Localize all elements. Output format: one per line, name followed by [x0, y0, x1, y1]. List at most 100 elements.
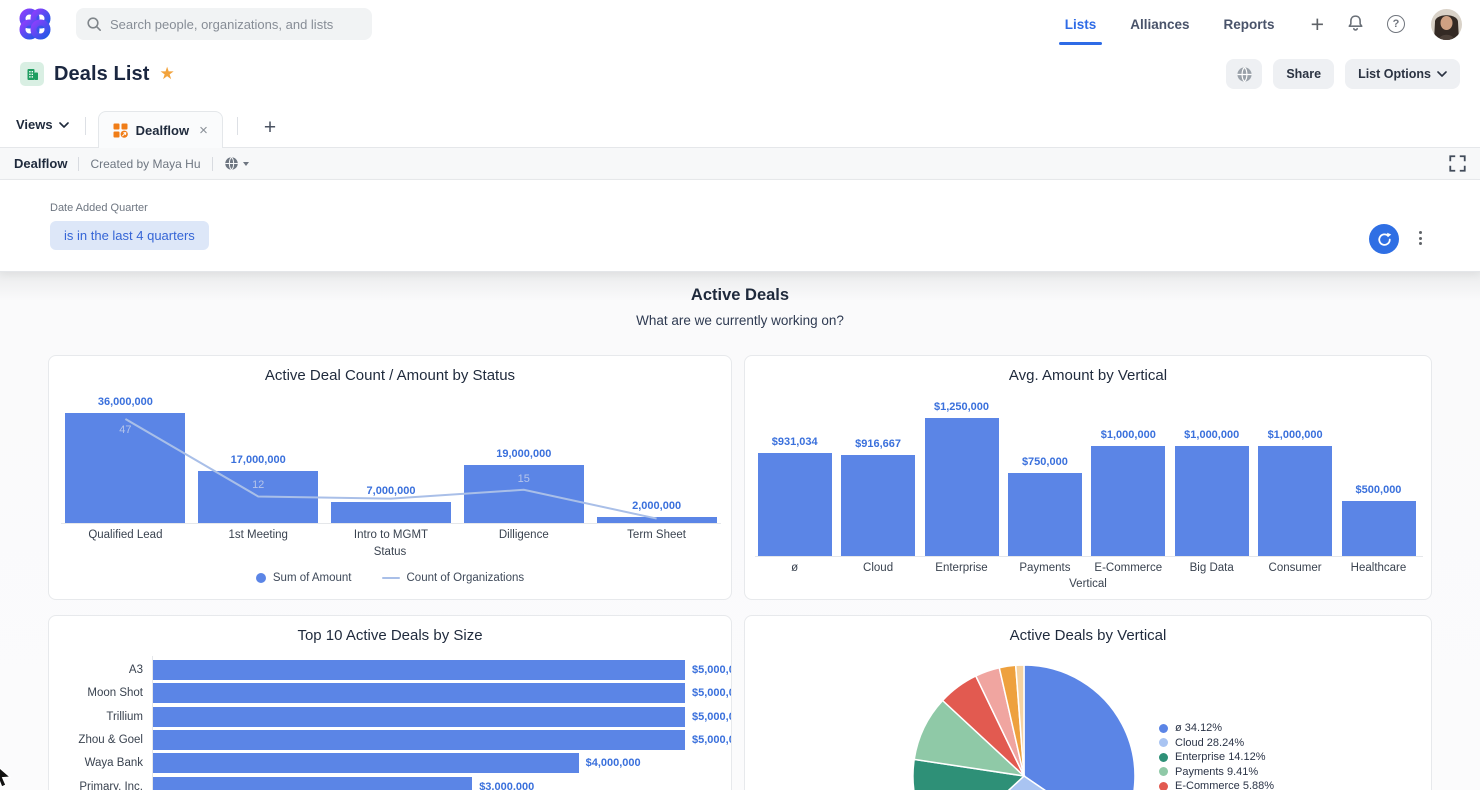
refresh-icon: [1377, 232, 1392, 247]
page-title: Deals List: [54, 63, 149, 86]
bar[interactable]: [597, 517, 717, 523]
chart-title: Top 10 Active Deals by Size: [49, 627, 731, 644]
bar-value-label: 19,000,000: [464, 448, 584, 460]
bar[interactable]: [153, 707, 685, 727]
tab-close-icon[interactable]: ×: [199, 123, 208, 138]
legend-label: Cloud 28.24%: [1175, 737, 1244, 749]
legend-label: ø 34.12%: [1175, 722, 1222, 734]
category-label: Payments: [1003, 562, 1086, 574]
bar[interactable]: [1175, 446, 1249, 556]
help-icon: ?: [1387, 15, 1405, 33]
bar[interactable]: [1091, 446, 1165, 556]
chart-card-deal-count-amount-by-status: Active Deal Count / Amount by Status Sum…: [48, 355, 732, 600]
legend-dot-icon: [1159, 782, 1168, 790]
bar[interactable]: [153, 777, 472, 790]
row-label: Moon Shot: [51, 687, 143, 699]
category-label: Cloud: [836, 562, 919, 574]
search-input[interactable]: [110, 17, 350, 32]
dashboard-icon: [113, 123, 128, 138]
legend-line-icon: [382, 577, 400, 580]
fullscreen-button[interactable]: [1449, 155, 1466, 172]
row-label: Primary, Inc.: [51, 781, 143, 790]
bar[interactable]: [153, 683, 685, 703]
views-menu-button[interactable]: Views: [12, 117, 73, 147]
category-label: Consumer: [1253, 562, 1336, 574]
bar[interactable]: [1008, 473, 1082, 556]
views-tab-bar: Views Dealflow × +: [0, 100, 1480, 148]
filter-condition-pill[interactable]: is in the last 4 quarters: [50, 221, 209, 250]
bar[interactable]: [758, 453, 832, 556]
bar-value-label: $1,250,000: [902, 401, 1022, 413]
bar[interactable]: [925, 418, 999, 556]
search-icon: [86, 16, 102, 32]
chart-card-avg-amount-by-vertical: Avg. Amount by Vertical $931,034ø$916,66…: [744, 355, 1432, 600]
x-axis-line: [61, 523, 721, 524]
chevron-down-icon: [1437, 71, 1447, 77]
top-nav: Lists Alliances Reports + ?: [0, 0, 1480, 48]
help-button[interactable]: ?: [1387, 15, 1405, 33]
bar[interactable]: [331, 502, 451, 523]
legend-item[interactable]: Cloud 28.24%: [1159, 737, 1274, 749]
legend-label: Payments 9.41%: [1175, 766, 1258, 778]
globe-icon: [1236, 66, 1253, 83]
more-options-kebab-icon[interactable]: [1419, 231, 1422, 245]
nav-tab-reports[interactable]: Reports: [1222, 3, 1277, 46]
bar[interactable]: [1258, 446, 1332, 556]
row-label: A3: [51, 664, 143, 676]
list-options-button[interactable]: List Options: [1345, 59, 1460, 89]
primary-nav: Lists Alliances Reports: [1063, 3, 1277, 46]
user-avatar[interactable]: [1431, 9, 1462, 40]
legend-item[interactable]: Sum of Amount: [256, 572, 352, 584]
global-search[interactable]: [76, 8, 372, 40]
row-label: Trillium: [51, 711, 143, 723]
count-label: 47: [95, 424, 155, 436]
pie-chart: [745, 616, 1432, 790]
count-label: 12: [228, 479, 288, 491]
create-new-button[interactable]: +: [1311, 14, 1324, 34]
bar[interactable]: [153, 660, 685, 680]
nav-tab-lists[interactable]: Lists: [1063, 3, 1099, 46]
share-button[interactable]: Share: [1273, 59, 1334, 89]
legend-item[interactable]: ø 34.12%: [1159, 722, 1274, 734]
divider: [237, 117, 238, 135]
view-visibility-dropdown[interactable]: [224, 156, 249, 171]
nav-tab-alliances[interactable]: Alliances: [1128, 3, 1191, 46]
bar[interactable]: [841, 455, 915, 556]
view-name: Dealflow: [14, 156, 67, 171]
bar-value-label: $750,000: [985, 456, 1105, 468]
chart-title: Avg. Amount by Vertical: [745, 367, 1431, 384]
bar[interactable]: [1342, 501, 1416, 556]
legend-item[interactable]: E-Commerce 5.88%: [1159, 780, 1274, 790]
legend-item[interactable]: Enterprise 14.12%: [1159, 751, 1274, 763]
add-view-button[interactable]: +: [264, 119, 276, 137]
visibility-globe-button[interactable]: [1226, 59, 1262, 89]
legend-label: Sum of Amount: [273, 572, 352, 584]
bell-icon: [1346, 14, 1365, 34]
legend-dot-icon: [1159, 767, 1168, 776]
x-axis-title: Status: [49, 546, 731, 558]
category-label: Qualified Lead: [59, 529, 192, 541]
chevron-down-icon: [59, 122, 69, 128]
divider: [85, 117, 86, 135]
affinity-logo-icon[interactable]: [18, 7, 52, 41]
bar[interactable]: [153, 753, 579, 773]
favorite-star-icon[interactable]: ★: [159, 64, 174, 84]
divider: [78, 157, 79, 171]
notifications-button[interactable]: [1346, 14, 1365, 34]
page-header: Deals List ★ Share List Options: [0, 48, 1480, 100]
refresh-button[interactable]: [1369, 224, 1399, 254]
bar-value-label: 7,000,000: [331, 485, 451, 497]
category-label: 1st Meeting: [192, 529, 325, 541]
bar[interactable]: [153, 730, 685, 750]
views-label: Views: [16, 117, 53, 132]
legend-dot-icon: [1159, 724, 1168, 733]
legend-item[interactable]: Count of Organizations: [382, 572, 525, 584]
bar-value-label: $4,000,000: [586, 757, 641, 769]
bar-value-label: $3,000,000: [479, 781, 534, 790]
legend-item[interactable]: Payments 9.41%: [1159, 766, 1274, 778]
deals-list-icon: [20, 62, 44, 86]
category-label: Healthcare: [1337, 562, 1420, 574]
tab-dealflow[interactable]: Dealflow ×: [98, 111, 223, 148]
chart-card-deals-by-vertical-pie: Active Deals by Vertical ø 34.12%Cloud 2…: [744, 615, 1432, 790]
pie-slice[interactable]: [1024, 665, 1135, 790]
